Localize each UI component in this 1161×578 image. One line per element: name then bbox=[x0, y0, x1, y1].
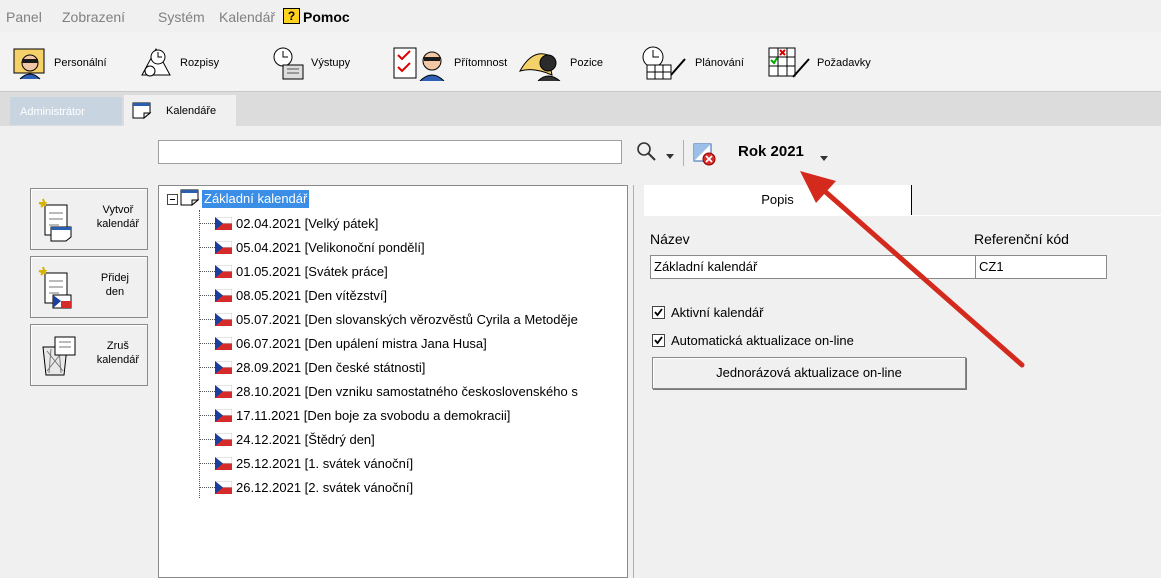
tree-root-node[interactable]: Základní kalendář bbox=[167, 189, 310, 209]
clear-filter-icon[interactable] bbox=[693, 142, 717, 169]
tree-connector bbox=[199, 247, 215, 248]
help-icon[interactable]: ? bbox=[283, 8, 300, 24]
positions-icon bbox=[518, 45, 564, 82]
czech-flag-icon bbox=[214, 312, 233, 326]
new-calendar-icon bbox=[37, 197, 79, 246]
tab-administrator[interactable]: Administrátor bbox=[10, 97, 122, 125]
czech-flag-icon bbox=[214, 360, 233, 374]
search-icon[interactable] bbox=[635, 140, 659, 167]
czech-flag-icon bbox=[214, 336, 233, 350]
year-dropdown-icon[interactable] bbox=[820, 151, 828, 165]
toolbar-button-personnel[interactable]: Personální bbox=[12, 44, 107, 82]
tree-connector bbox=[199, 415, 215, 416]
outputs-icon bbox=[269, 45, 305, 81]
calendar-icon bbox=[180, 189, 200, 209]
calendar-tree[interactable]: Základní kalendář 02.04.2021 [Velký páte… bbox=[158, 185, 628, 578]
menu-view[interactable]: Zobrazení bbox=[62, 9, 125, 25]
tree-item-holiday[interactable]: 25.12.2021 [1. svátek vánoční] bbox=[214, 452, 413, 474]
tab-calendars[interactable]: Kalendáře bbox=[124, 95, 236, 126]
trash-icon bbox=[37, 333, 79, 382]
toolbar-button-positions[interactable]: Pozice bbox=[518, 44, 603, 82]
czech-flag-icon bbox=[214, 408, 233, 422]
toolbar-button-planning[interactable]: Plánování bbox=[641, 44, 744, 82]
czech-flag-icon bbox=[214, 240, 233, 254]
czech-flag-icon bbox=[214, 216, 233, 230]
name-label: Název bbox=[650, 231, 690, 247]
tree-item-holiday[interactable]: 06.07.2021 [Den upálení mistra Jana Husa… bbox=[214, 332, 487, 354]
toolbar-button-schedules[interactable]: Rozpisy bbox=[138, 44, 219, 82]
tree-connector bbox=[199, 367, 215, 368]
tree-connector bbox=[199, 223, 215, 224]
czech-flag-icon bbox=[214, 288, 233, 302]
tree-connector bbox=[199, 487, 215, 488]
tree-item-holiday[interactable]: 02.04.2021 [Velký pátek] bbox=[214, 212, 378, 234]
active-calendar-checkbox[interactable]: Aktivní kalendář bbox=[652, 305, 764, 320]
toolbar-button-requests[interactable]: Požadavky bbox=[767, 44, 871, 82]
arrow-shaft bbox=[817, 184, 1025, 368]
attendance-icon bbox=[392, 45, 448, 82]
add-day-button[interactable]: Přidej den bbox=[30, 256, 148, 318]
year-selector[interactable]: Rok 2021 bbox=[738, 143, 804, 160]
toolbar-button-outputs[interactable]: Výstupy bbox=[269, 44, 350, 82]
add-day-icon bbox=[37, 265, 79, 314]
tree-item-holiday[interactable]: 08.05.2021 [Den vítězství] bbox=[214, 284, 387, 306]
annotation-arrow bbox=[800, 171, 1025, 368]
schedules-icon bbox=[138, 45, 174, 81]
tree-connector bbox=[199, 439, 215, 440]
menu-calendar[interactable]: Kalendář bbox=[219, 9, 275, 25]
tree-connector bbox=[199, 295, 215, 296]
collapse-icon[interactable] bbox=[167, 193, 178, 205]
planning-icon bbox=[641, 45, 689, 81]
menu-bar: Panel Zobrazení Systém Kalendář ? Pomoc bbox=[0, 0, 1161, 32]
tree-connector bbox=[199, 271, 215, 272]
toolbar-button-attendance[interactable]: Přítomnost bbox=[392, 44, 507, 82]
tree-item-holiday[interactable]: 28.09.2021 [Den české státnosti] bbox=[214, 356, 425, 378]
delete-calendar-button[interactable]: Zruš kalendář bbox=[30, 324, 148, 386]
tree-item-holiday[interactable]: 05.04.2021 [Velikonoční pondělí] bbox=[214, 236, 425, 258]
create-calendar-button[interactable]: Vytvoř kalendář bbox=[30, 188, 148, 250]
menu-system[interactable]: Systém bbox=[158, 9, 205, 25]
toolbar-divider bbox=[683, 140, 684, 166]
search-dropdown-icon[interactable] bbox=[666, 149, 674, 163]
menu-panel[interactable]: Panel bbox=[6, 9, 42, 25]
czech-flag-icon bbox=[214, 456, 233, 470]
requests-icon bbox=[767, 45, 811, 81]
tree-item-holiday[interactable]: 05.07.2021 [Den slovanských věrozvěstů C… bbox=[214, 308, 578, 330]
tree-connector bbox=[199, 343, 215, 344]
tree-connector bbox=[199, 210, 200, 498]
tree-root-label: Základní kalendář bbox=[202, 190, 310, 208]
checkbox-checked-icon bbox=[652, 334, 665, 347]
czech-flag-icon bbox=[214, 432, 233, 446]
calendar-icon bbox=[132, 102, 152, 122]
search-input[interactable] bbox=[158, 140, 622, 164]
tree-item-holiday[interactable]: 01.05.2021 [Svátek práce] bbox=[214, 260, 388, 282]
czech-flag-icon bbox=[214, 384, 233, 398]
tree-connector bbox=[199, 463, 215, 464]
tree-item-holiday[interactable]: 26.12.2021 [2. svátek vánoční] bbox=[214, 476, 413, 498]
toolbar: Personální Rozpisy Výstupy Přítomnost Po… bbox=[0, 32, 1161, 92]
tree-item-holiday[interactable]: 17.11.2021 [Den boje za svobodu a demokr… bbox=[214, 404, 510, 426]
personnel-icon bbox=[12, 45, 48, 81]
tree-connector bbox=[199, 319, 215, 320]
tree-item-holiday[interactable]: 28.10.2021 [Den vzniku samostatného česk… bbox=[214, 380, 578, 402]
menu-help[interactable]: Pomoc bbox=[303, 9, 350, 25]
czech-flag-icon bbox=[214, 264, 233, 278]
czech-flag-icon bbox=[214, 480, 233, 494]
tree-item-holiday[interactable]: 24.12.2021 [Štědrý den] bbox=[214, 428, 375, 450]
checkbox-checked-icon bbox=[652, 306, 665, 319]
tab-strip: Administrátor Kalendáře bbox=[0, 92, 1161, 126]
tree-connector bbox=[199, 391, 215, 392]
